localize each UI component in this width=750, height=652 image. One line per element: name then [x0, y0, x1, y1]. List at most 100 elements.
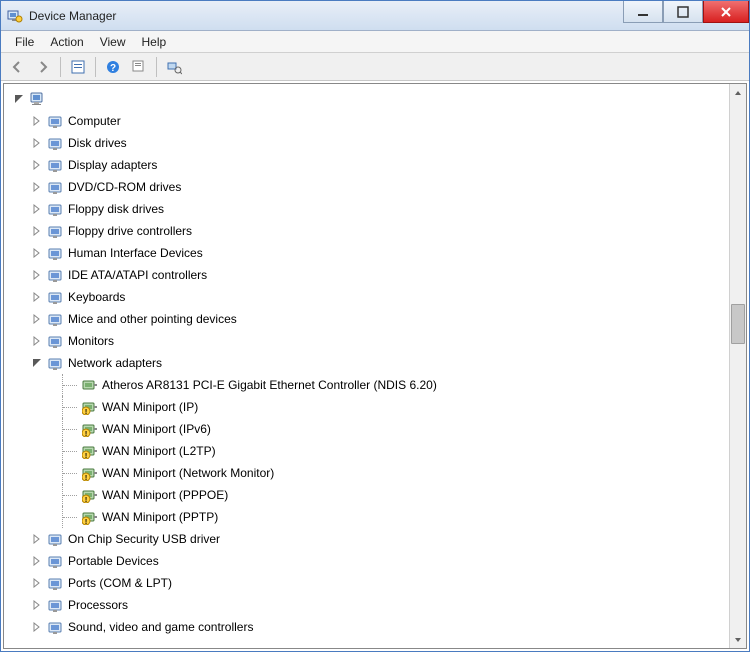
tree-device[interactable]: !WAN Miniport (IP) — [8, 396, 729, 418]
window-title: Device Manager — [29, 9, 623, 23]
category-label: Monitors — [68, 334, 114, 348]
tree-device[interactable]: !WAN Miniport (PPTP) — [8, 506, 729, 528]
svg-text:!: ! — [85, 431, 87, 437]
tree-category[interactable]: Sound, video and game controllers — [8, 616, 729, 638]
toolbar-separator — [95, 57, 96, 77]
expand-icon[interactable] — [30, 114, 44, 128]
expand-icon[interactable] — [30, 246, 44, 260]
device-label: WAN Miniport (Network Monitor) — [102, 466, 274, 480]
close-button[interactable] — [703, 1, 749, 23]
tree-device[interactable]: ! WAN Miniport (Network Monitor) — [8, 462, 729, 484]
svg-text:!: ! — [85, 519, 87, 525]
network-adapter-warning-icon: ! — [82, 465, 98, 481]
tree-category[interactable]: On Chip Security USB driver — [8, 528, 729, 550]
show-hidden-button[interactable] — [162, 55, 186, 79]
expand-icon[interactable] — [30, 268, 44, 282]
category-icon — [48, 553, 64, 569]
menu-bar: File Action View Help — [1, 31, 749, 53]
tree-root[interactable] — [8, 88, 729, 110]
window-controls — [623, 1, 749, 30]
minimize-button[interactable] — [623, 1, 663, 23]
forward-button[interactable] — [31, 55, 55, 79]
tree-category[interactable]: Network adapters — [8, 352, 729, 374]
category-label: DVD/CD-ROM drives — [68, 180, 181, 194]
network-adapter-warning-icon: ! — [82, 443, 98, 459]
tree-category[interactable]: Human Interface Devices — [8, 242, 729, 264]
tree-device[interactable]: !WAN Miniport (L2TP) — [8, 440, 729, 462]
scroll-down-arrow[interactable] — [730, 631, 746, 648]
expand-icon[interactable] — [30, 532, 44, 546]
expand-icon[interactable] — [30, 290, 44, 304]
svg-text:!: ! — [85, 453, 87, 459]
maximize-button[interactable] — [663, 1, 703, 23]
category-icon — [48, 355, 64, 371]
scan-button[interactable] — [127, 55, 151, 79]
tree-device[interactable]: Atheros AR8131 PCI-E Gigabit Ethernet Co… — [8, 374, 729, 396]
tree-device[interactable]: !WAN Miniport (IPv6) — [8, 418, 729, 440]
expand-icon[interactable] — [30, 136, 44, 150]
expand-icon[interactable] — [30, 180, 44, 194]
app-icon — [7, 8, 23, 24]
category-label: IDE ATA/ATAPI controllers — [68, 268, 207, 282]
tree-category[interactable]: Mice and other pointing devices — [8, 308, 729, 330]
tree-category[interactable]: Portable Devices — [8, 550, 729, 572]
menu-help[interactable]: Help — [134, 33, 175, 51]
expand-icon[interactable] — [30, 620, 44, 634]
collapse-icon[interactable] — [30, 356, 44, 370]
category-icon — [48, 531, 64, 547]
category-icon — [48, 245, 64, 261]
device-label: Atheros AR8131 PCI-E Gigabit Ethernet Co… — [102, 378, 437, 392]
expand-icon[interactable] — [30, 334, 44, 348]
svg-text:!: ! — [85, 497, 87, 503]
tree-category[interactable]: IDE ATA/ATAPI controllers — [8, 264, 729, 286]
menu-view[interactable]: View — [92, 33, 134, 51]
tree-category[interactable]: Ports (COM & LPT) — [8, 572, 729, 594]
expand-icon[interactable] — [30, 224, 44, 238]
category-icon — [48, 201, 64, 217]
network-adapter-warning-icon: ! — [82, 399, 98, 415]
toolbar: ? — [1, 53, 749, 81]
help-button[interactable]: ? — [101, 55, 125, 79]
network-adapter-warning-icon: ! — [82, 421, 98, 437]
tree-category[interactable]: Monitors — [8, 330, 729, 352]
back-button[interactable] — [5, 55, 29, 79]
tree-category[interactable]: Disk drives — [8, 132, 729, 154]
expand-icon[interactable] — [30, 158, 44, 172]
computer-icon — [30, 91, 46, 107]
tree-category[interactable]: Floppy disk drives — [8, 198, 729, 220]
category-label: Mice and other pointing devices — [68, 312, 237, 326]
expand-icon[interactable] — [30, 554, 44, 568]
collapse-icon[interactable] — [12, 92, 26, 106]
tree-category[interactable]: Keyboards — [8, 286, 729, 308]
device-label: WAN Miniport (PPPOE) — [102, 488, 228, 502]
category-icon — [48, 619, 64, 635]
title-bar[interactable]: Device Manager — [1, 1, 749, 31]
svg-text:!: ! — [85, 475, 87, 481]
tree-device[interactable]: ! WAN Miniport (PPPOE) — [8, 484, 729, 506]
scroll-up-arrow[interactable] — [730, 84, 746, 101]
expand-icon[interactable] — [30, 576, 44, 590]
properties-button[interactable] — [66, 55, 90, 79]
category-label: Processors — [68, 598, 128, 612]
tree-category[interactable]: Processors — [8, 594, 729, 616]
category-label: Floppy disk drives — [68, 202, 164, 216]
scroll-thumb[interactable] — [731, 304, 745, 344]
category-icon — [48, 135, 64, 151]
category-icon — [48, 597, 64, 613]
menu-file[interactable]: File — [7, 33, 42, 51]
tree-category[interactable]: Display adapters — [8, 154, 729, 176]
category-label: Floppy drive controllers — [68, 224, 192, 238]
menu-action[interactable]: Action — [42, 33, 91, 51]
category-label: Keyboards — [68, 290, 125, 304]
expand-icon[interactable] — [30, 202, 44, 216]
tree-category[interactable]: Floppy drive controllers — [8, 220, 729, 242]
expand-icon[interactable] — [30, 312, 44, 326]
toolbar-separator — [60, 57, 61, 77]
network-adapter-warning-icon: ! — [82, 487, 98, 503]
tree-category[interactable]: Computer — [8, 110, 729, 132]
category-icon — [48, 157, 64, 173]
tree-category[interactable]: DVD/CD-ROM drives — [8, 176, 729, 198]
expand-icon[interactable] — [30, 598, 44, 612]
device-tree[interactable]: ComputerDisk drivesDisplay adapters DVD/C… — [4, 84, 729, 648]
vertical-scrollbar[interactable] — [729, 84, 746, 648]
